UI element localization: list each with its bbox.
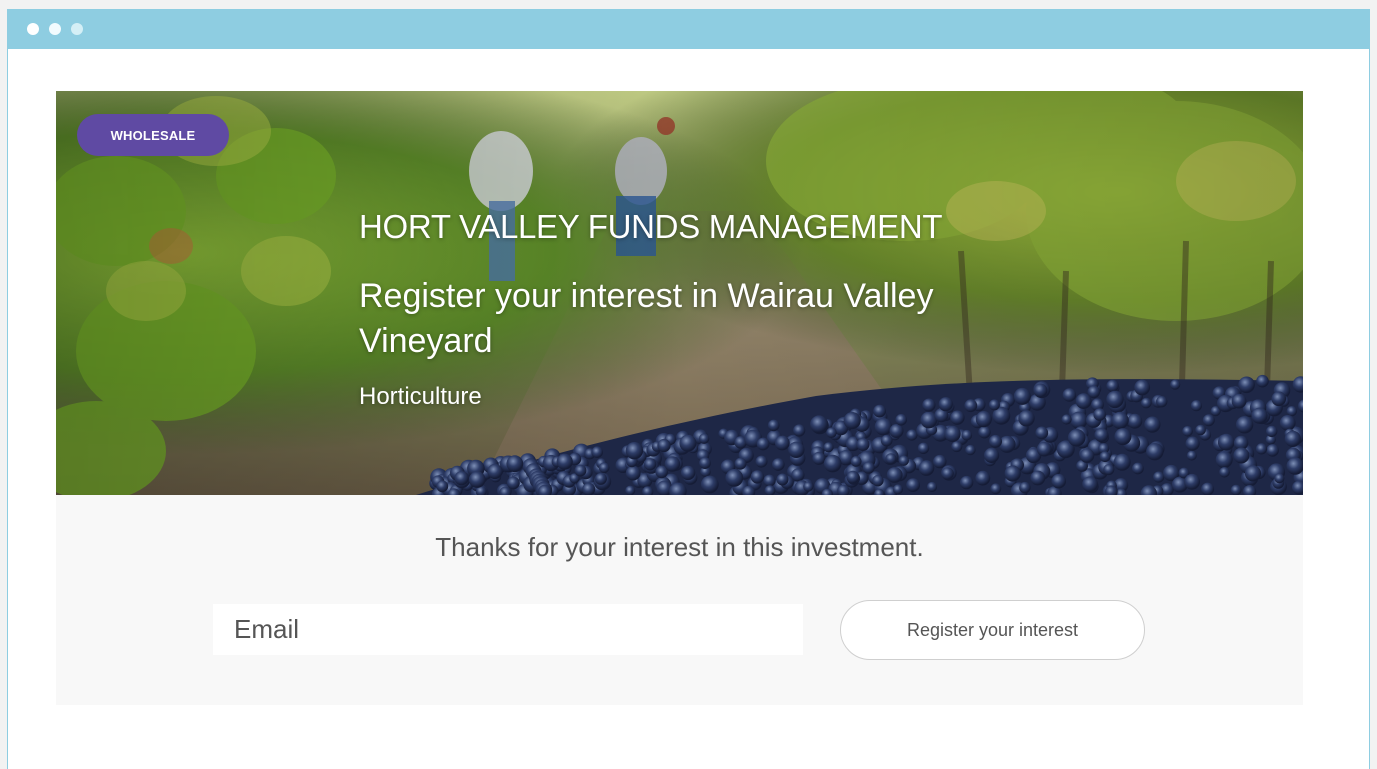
register-interest-button[interactable]: Register your interest (840, 600, 1145, 660)
company-name: HORT VALLEY FUNDS MANAGEMENT (359, 208, 943, 245)
thanks-message: Thanks for your interest in this investm… (435, 532, 924, 562)
window-titlebar (8, 9, 1369, 49)
maximize-dot[interactable] (71, 23, 83, 35)
page-title: Register your interest in Wairau Valley … (359, 277, 934, 360)
register-panel: Thanks for your interest in this investm… (56, 495, 1303, 705)
close-dot[interactable] (27, 23, 39, 35)
email-input[interactable] (213, 604, 803, 655)
wholesale-badge: WHOLESALE (77, 114, 229, 156)
hero-banner: WHOLESALE HORT VALLEY FUNDS MANAGEMENT R… (56, 91, 1303, 495)
minimize-dot[interactable] (49, 23, 61, 35)
category-label: Horticulture (359, 383, 482, 410)
